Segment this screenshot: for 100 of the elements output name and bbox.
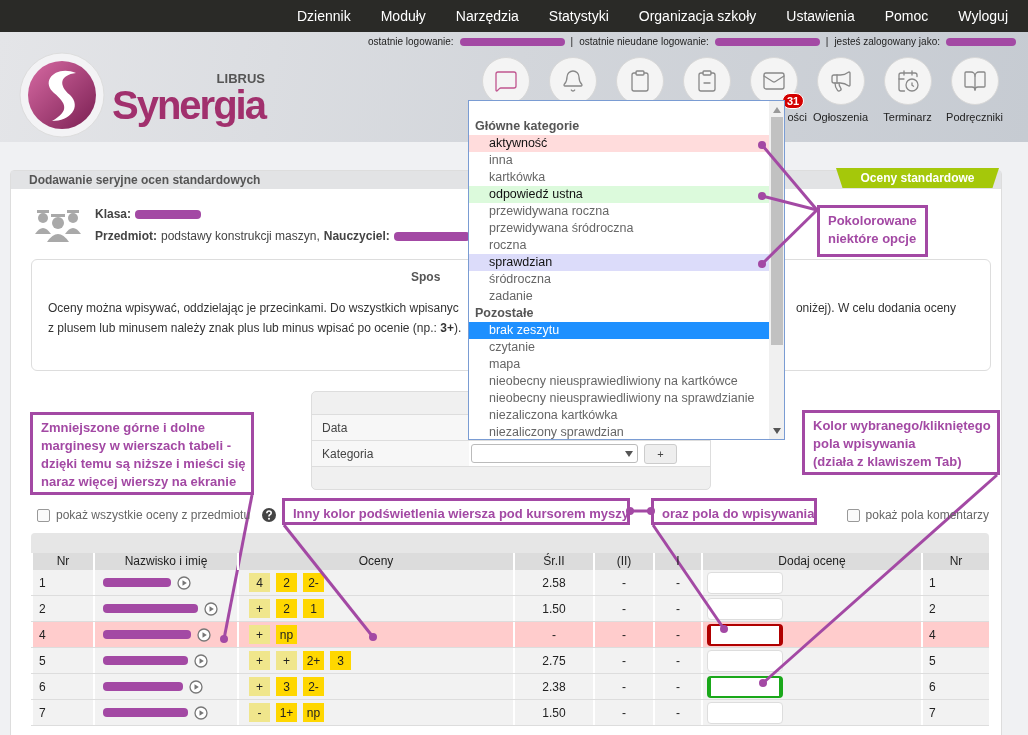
grade-chip[interactable]: np — [276, 625, 297, 644]
grade-chip[interactable]: 1+ — [276, 703, 297, 722]
scroll-down-icon[interactable] — [772, 428, 781, 434]
login-label: jesteś zalogowany jako: — [834, 36, 940, 47]
play-icon[interactable] — [177, 575, 191, 590]
grade-input[interactable] — [707, 675, 783, 698]
redaction-mark — [103, 578, 171, 587]
login-label: ostatnie nieudane logowanie: — [579, 36, 709, 47]
dropdown-option[interactable]: mapa — [469, 356, 769, 373]
instruction-text: z plusem lub minusem należy znak plus lub minus wpisać po ocenie (np.: 3+). — [48, 320, 462, 337]
shortcut-label[interactable]: ości — [787, 111, 807, 123]
dropdown-option[interactable]: kartkówka — [469, 169, 769, 186]
dropdown-option[interactable]: niezaliczona kartkówka — [469, 407, 769, 424]
nav-link[interactable]: Statystyki — [548, 8, 609, 24]
grade-chip[interactable]: 3 — [330, 651, 351, 670]
table-cell: 7 — [31, 700, 93, 725]
dropdown-option[interactable]: śródroczna — [469, 271, 769, 288]
dropdown-option[interactable]: roczna — [469, 237, 769, 254]
nav-link[interactable]: Moduły — [380, 8, 426, 24]
grade-chip[interactable]: 4 — [249, 573, 270, 592]
grade-chip[interactable]: + — [276, 651, 297, 670]
field-label: Przedmiot: — [95, 229, 157, 243]
bell-icon — [560, 69, 585, 93]
form-label: Data — [312, 415, 469, 440]
scrollbar[interactable] — [769, 101, 784, 439]
table-cell: 7 — [921, 700, 989, 725]
dropdown-option[interactable]: odpowiedź ustna — [469, 186, 769, 203]
grade-chip[interactable]: + — [249, 651, 270, 670]
grade-chip[interactable]: + — [249, 677, 270, 696]
nav-link[interactable]: Pomoc — [884, 8, 929, 24]
help-icon[interactable] — [262, 508, 277, 522]
grade-input[interactable] — [707, 623, 783, 646]
shortcut-button[interactable] — [816, 57, 865, 105]
logo-icon — [18, 51, 106, 139]
table-cell: - — [593, 700, 653, 725]
grade-chip[interactable]: 2- — [303, 573, 324, 592]
table-cell: 1.50 — [513, 700, 593, 725]
grade-chip[interactable]: 1 — [303, 599, 324, 618]
dropdown-option[interactable]: zadanie — [469, 288, 769, 305]
field-label: Nauczyciel: — [323, 229, 390, 243]
play-icon[interactable] — [189, 679, 203, 694]
scroll-thumb[interactable] — [770, 117, 783, 345]
caret-icon — [625, 450, 633, 457]
annotation-note: Inny kolor podświetlenia wiersza pod kursorem myszy — [282, 498, 630, 525]
form-label: Kategoria — [312, 441, 469, 466]
scroll-up-icon[interactable] — [772, 107, 781, 113]
annotation-note: Zmniejszone górne i dolne marginesy w wierszach tabeli - dzięki temu są niższe i mieści się naraz więcej wierszy na ekranie — [30, 412, 254, 495]
nav-link[interactable]: Organizacja szkoły — [638, 8, 757, 24]
grade-chip[interactable]: + — [249, 625, 270, 644]
subject-name: podstawy konstrukcji maszyn, — [161, 229, 320, 243]
calendar-icon — [895, 69, 920, 93]
grade-chip[interactable]: 2 — [276, 573, 297, 592]
grade-chip[interactable]: + — [249, 599, 270, 618]
nav-link[interactable]: Narzędzia — [455, 8, 519, 24]
dropdown-option[interactable]: niezaliczony sprawdzian — [469, 424, 769, 441]
dropdown-option[interactable]: sprawdzian — [469, 254, 769, 271]
shortcut-label[interactable]: Ogłoszenia — [812, 111, 868, 123]
shortcut-label[interactable]: Podręczniki — [946, 111, 1003, 123]
nav-link[interactable]: Dziennik — [297, 8, 351, 24]
leader-line — [626, 507, 655, 515]
play-icon[interactable] — [194, 705, 208, 720]
play-icon[interactable] — [194, 653, 208, 668]
grade-chip[interactable]: np — [303, 703, 324, 722]
group-label: Pozostałe — [474, 305, 535, 322]
play-icon[interactable] — [197, 627, 211, 642]
grade-chip[interactable]: 3 — [276, 677, 297, 696]
instructions-title: Spos — [411, 270, 441, 284]
add-button[interactable]: + — [644, 443, 677, 464]
nav-link[interactable]: Wyloguj — [958, 8, 1008, 24]
grade-chip[interactable]: 2 — [276, 599, 297, 618]
dropdown-option[interactable]: czytanie — [469, 339, 769, 356]
field-label: Klasa: — [95, 207, 132, 221]
dropdown-option[interactable]: nieobecny nieusprawiedliwiony na kartkówce — [469, 373, 769, 390]
annotation-note: Pokolorowane niektóre opcje — [817, 205, 928, 257]
logo-brand: LIBRUS — [216, 71, 265, 85]
checkbox[interactable] — [37, 508, 50, 522]
dropdown-option[interactable]: inna — [469, 152, 769, 169]
checkbox[interactable] — [846, 508, 860, 522]
table-cell: - — [653, 700, 701, 725]
shortcut-button[interactable] — [883, 57, 932, 105]
shortcut-label[interactable]: Terminarz — [883, 111, 932, 123]
redaction-mark — [135, 209, 202, 219]
book-icon — [962, 69, 987, 93]
speech-bubble-icon — [493, 69, 518, 93]
envelope-icon — [761, 69, 786, 93]
grade-chip[interactable]: 2- — [303, 677, 324, 696]
students-icon — [35, 208, 81, 242]
dropdown-option[interactable]: aktywność — [469, 135, 769, 152]
play-icon[interactable] — [204, 601, 218, 616]
instruction-text: oniżej). W celu dodania oceny — [795, 300, 956, 317]
login-label: ostatnie logowanie: — [368, 36, 454, 47]
nav-link[interactable]: Ustawienia — [786, 8, 855, 24]
dropdown-option[interactable]: przewidywana śródroczna — [469, 220, 769, 237]
shortcut-button[interactable] — [950, 57, 999, 105]
grade-chip[interactable]: - — [249, 703, 270, 722]
grade-chip[interactable]: 2+ — [303, 651, 324, 670]
dropdown-option[interactable]: nieobecny nieusprawiedliwiony na sprawdzianie — [469, 390, 769, 407]
logo-name: Synergia — [112, 84, 265, 125]
dropdown-option[interactable]: przewidywana roczna — [469, 203, 769, 220]
separator: | — [570, 36, 574, 47]
